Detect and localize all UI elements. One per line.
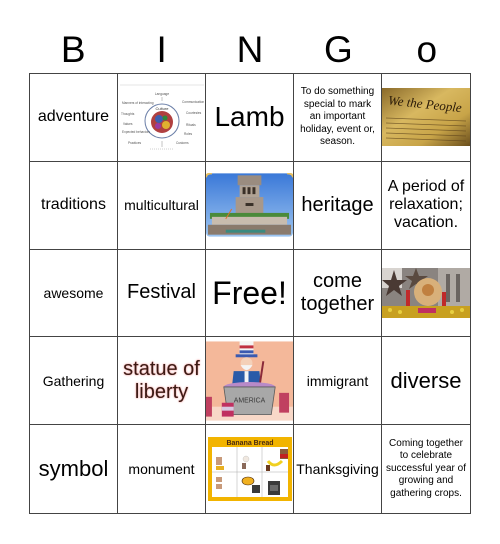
- bingo-cell[interactable]: traditions: [30, 161, 118, 250]
- culture-label: Manners of interacting: [122, 101, 154, 105]
- culture-label: Communication: [182, 100, 204, 104]
- parade-image: [382, 267, 470, 318]
- header-letter-g: G: [324, 29, 353, 70]
- culture-label: Courtesies: [186, 111, 202, 115]
- cell-text: Festival: [127, 281, 196, 304]
- we-the-people-image: We the People: [382, 88, 470, 147]
- bingo-cell[interactable]: monument: [118, 425, 206, 513]
- header-letter-i: I: [156, 29, 167, 70]
- bingo-header: B I N G o: [29, 28, 471, 72]
- banana-bread-title: Banana Bread: [226, 440, 273, 447]
- cell-text: symbol: [38, 456, 109, 482]
- cell-text: diverse: [390, 368, 462, 394]
- bingo-cell[interactable]: multicultural: [118, 161, 206, 250]
- bingo-cell[interactable]: adventure: [30, 74, 118, 162]
- cell-text: adventure: [37, 108, 110, 126]
- bingo-cell[interactable]: awesome: [30, 249, 118, 338]
- bingo-cell[interactable]: symbol: [30, 425, 118, 513]
- culture-diagram-image: Culture Language Communication Courtesie…: [119, 75, 204, 160]
- melting-pot-image: AMERICA: [206, 341, 293, 421]
- cell-text: A period of relaxation; vacation.: [387, 177, 465, 232]
- bingo-cell[interactable]: Festival: [118, 249, 206, 338]
- bingo-cell[interactable]: immigrant: [294, 337, 382, 426]
- cell-text: immigrant: [306, 372, 369, 389]
- culture-label: Expected behaviors: [122, 130, 150, 134]
- free-space-text: Free!: [212, 274, 287, 311]
- header-letter-n: N: [236, 29, 264, 70]
- culture-label: Customs: [176, 141, 189, 145]
- banana-bread-image: Banana Bread: [207, 437, 292, 502]
- cell-text: multicultural: [124, 197, 199, 214]
- cell-text: awesome: [43, 284, 104, 301]
- cell-text: To do something special to mark an impor…: [300, 86, 375, 148]
- cell-text: Coming together to celebrate successful …: [385, 437, 467, 499]
- cell-text: Lamb: [214, 101, 285, 133]
- culture-label: Thoughts: [121, 112, 135, 116]
- culture-label: Rituals: [186, 123, 196, 127]
- culture-label: Roles: [184, 132, 193, 136]
- cell-text: monument: [128, 461, 195, 478]
- culture-label: Language: [154, 92, 168, 96]
- culture-label: Values: [123, 122, 133, 126]
- bingo-cell[interactable]: Banana Bread: [206, 425, 294, 513]
- free-space-cell[interactable]: Free!: [206, 249, 294, 338]
- bingo-cell[interactable]: Culture Language Communication Courtesie…: [118, 74, 206, 162]
- bingo-cell[interactable]: AMERICA: [206, 337, 294, 426]
- bingo-cell[interactable]: heritage: [294, 161, 382, 250]
- header-letter-b: B: [60, 29, 86, 70]
- bingo-cell[interactable]: [382, 250, 470, 338]
- bingo-cell[interactable]: Gathering: [30, 337, 118, 426]
- bingo-cell[interactable]: Thanksgiving: [294, 425, 382, 513]
- bingo-cell[interactable]: come together: [294, 249, 382, 338]
- cell-text: come together: [300, 269, 375, 315]
- statue-pedestal-image: [206, 173, 293, 237]
- bingo-cell[interactable]: We the People: [382, 74, 470, 162]
- bingo-cell[interactable]: statue of liberty: [118, 337, 206, 426]
- cell-text: Thanksgiving: [296, 461, 379, 478]
- bingo-cell[interactable]: Lamb: [206, 74, 294, 162]
- header-letter-o: o: [416, 29, 438, 70]
- cell-text: heritage: [301, 193, 374, 216]
- culture-label: Practices: [128, 141, 142, 145]
- bingo-cell[interactable]: To do something special to mark an impor…: [294, 74, 382, 162]
- bingo-cell[interactable]: A period of relaxation; vacation.: [382, 162, 470, 250]
- bingo-cell[interactable]: Coming together to celebrate successful …: [382, 425, 470, 513]
- america-pot-label: AMERICA: [234, 398, 266, 405]
- bingo-cell[interactable]: diverse: [382, 337, 470, 426]
- bingo-card-grid: adventure Culture Language Communication…: [29, 73, 471, 514]
- cell-text: Gathering: [42, 372, 105, 389]
- culture-center-label: Culture: [155, 106, 169, 111]
- cell-text: statue of liberty: [123, 357, 200, 403]
- bingo-cell[interactable]: [206, 161, 294, 250]
- cell-text: traditions: [41, 196, 106, 213]
